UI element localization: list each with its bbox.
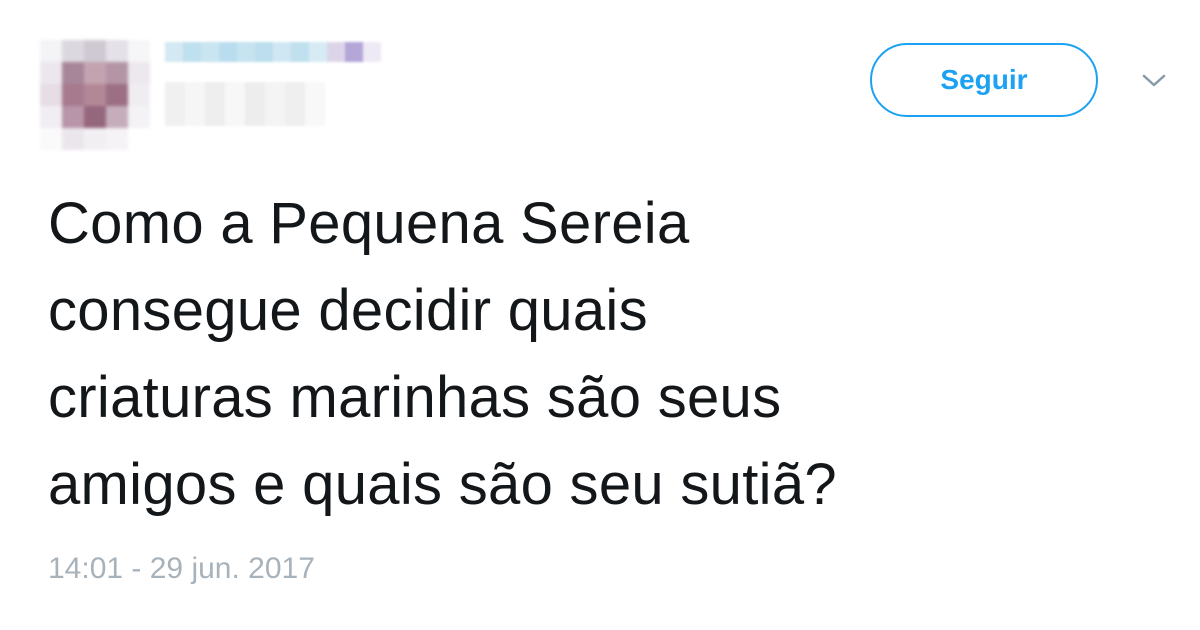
chevron-down-icon[interactable] <box>1138 68 1170 92</box>
follow-button[interactable]: Seguir <box>870 43 1098 117</box>
tweet-text: Como a Pequena Sereia consegue decidir q… <box>48 191 837 517</box>
user-display-name[interactable] <box>165 42 381 62</box>
tweet-timestamp[interactable]: 14:01 - 29 jun. 2017 <box>48 552 315 586</box>
tweet-card: Seguir Como a Pequena Sereia consegue de… <box>0 0 1200 630</box>
user-handle[interactable] <box>165 82 325 126</box>
follow-button-label: Seguir <box>940 64 1028 95</box>
avatar[interactable] <box>40 40 150 150</box>
